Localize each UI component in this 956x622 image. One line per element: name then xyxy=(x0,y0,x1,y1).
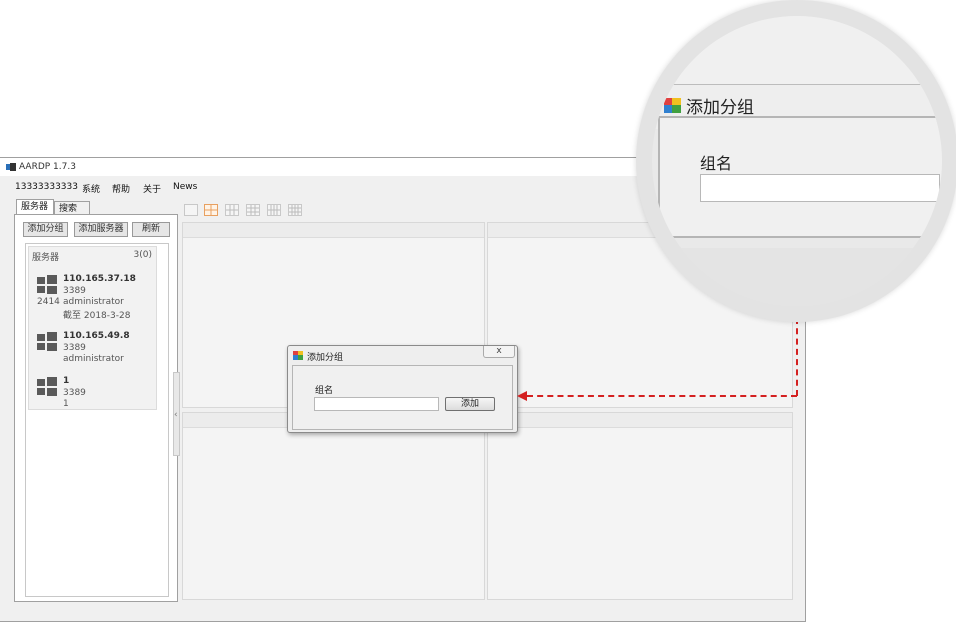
layout-single-button[interactable] xyxy=(184,204,198,216)
server-expiry: 截至 2018-3-28 xyxy=(63,311,131,321)
close-icon: x xyxy=(496,346,502,356)
menu-item-help[interactable]: 帮助 xyxy=(112,182,130,195)
session-pane[interactable] xyxy=(487,412,793,600)
grid-3x4-icon xyxy=(268,205,280,215)
zoom-background xyxy=(652,16,942,84)
refresh-button[interactable]: 刷新 xyxy=(132,222,170,237)
server-item[interactable]: 110.165.37.18 3389 2414 administrator 截至… xyxy=(29,274,155,321)
layout-3x3-button[interactable] xyxy=(246,204,260,216)
server-ip: 110.165.37.18 xyxy=(63,274,136,284)
window-title: AARDP 1.7.3 xyxy=(19,162,76,172)
magnifier-lens: 添加分组 组名 xyxy=(652,16,942,306)
dialog-title: 添加分组 xyxy=(307,353,344,363)
zoom-group-name-label: 组名 xyxy=(700,154,733,173)
zoom-app-icon xyxy=(664,98,681,113)
grid-4x4-icon xyxy=(289,205,301,215)
menu-item-about[interactable]: 关于 xyxy=(143,182,161,195)
group-name: 服务器 xyxy=(32,253,60,263)
menu-item-news[interactable]: News xyxy=(173,182,197,192)
connector-arrow-icon xyxy=(517,391,527,401)
group-name-label: 组名 xyxy=(315,386,334,396)
windows-icon xyxy=(37,275,57,294)
close-button[interactable]: x xyxy=(483,346,515,358)
windows-icon xyxy=(37,377,57,396)
collapse-arrow-icon[interactable]: ‹ xyxy=(174,410,178,420)
server-ip: 110.165.49.8 xyxy=(63,331,130,341)
server-port: 3389 xyxy=(63,343,86,353)
server-ip: 1 xyxy=(63,376,70,386)
add-group-dialog: 添加分组 x 组名 添加 xyxy=(287,345,518,433)
zoom-dialog-title: 添加分组 xyxy=(686,98,754,118)
pane-header xyxy=(183,223,484,238)
menu-item-system[interactable]: 系统 xyxy=(82,182,100,195)
zoom-background xyxy=(652,248,942,306)
add-server-button[interactable]: 添加服务器 xyxy=(74,222,128,237)
dialog-body: 组名 添加 xyxy=(292,365,513,430)
zoom-dialog-body: 组名 xyxy=(658,116,942,238)
menu-item-account[interactable]: 13333333333 xyxy=(15,182,78,192)
group-name-input[interactable] xyxy=(314,397,439,411)
layout-3x4-button[interactable] xyxy=(267,204,281,216)
server-user: administrator xyxy=(63,297,124,307)
server-user: administrator xyxy=(63,354,124,364)
add-group-button[interactable]: 添加分组 xyxy=(23,222,68,237)
pane-header xyxy=(488,413,792,428)
windows-icon xyxy=(37,332,57,351)
server-number: 2414 xyxy=(37,297,60,307)
layout-4x4-button[interactable] xyxy=(288,204,302,216)
server-item[interactable]: 110.165.49.8 3389 administrator xyxy=(29,331,155,367)
dialog-app-icon xyxy=(293,351,303,360)
grid-2x2-icon xyxy=(205,205,217,215)
session-pane[interactable] xyxy=(182,412,485,600)
server-group[interactable]: 服务器 3(0) 110.165.37.18 3389 2414 adminis… xyxy=(28,246,157,410)
magnifier-callout: 添加分组 组名 xyxy=(636,0,956,322)
zoom-group-name-input xyxy=(700,174,940,202)
server-user: 1 xyxy=(63,399,69,409)
server-port: 3389 xyxy=(63,388,86,398)
grid-3x3-icon xyxy=(247,205,259,215)
server-list: 服务器 3(0) 110.165.37.18 3389 2414 adminis… xyxy=(25,243,169,597)
add-button[interactable]: 添加 xyxy=(445,397,495,411)
server-item[interactable]: 1 3389 1 xyxy=(29,376,155,412)
layout-2x2-button[interactable] xyxy=(204,204,218,216)
connector-line xyxy=(796,318,798,396)
connector-line xyxy=(527,395,797,397)
server-port: 3389 xyxy=(63,286,86,296)
app-icon xyxy=(6,163,16,171)
layout-2x3-button[interactable] xyxy=(225,204,239,216)
group-count: 3(0) xyxy=(133,250,152,260)
server-panel: 添加分组 添加服务器 刷新 服务器 3(0) 110.165.37.18 338… xyxy=(14,214,178,602)
grid-2x3-icon xyxy=(226,205,238,215)
